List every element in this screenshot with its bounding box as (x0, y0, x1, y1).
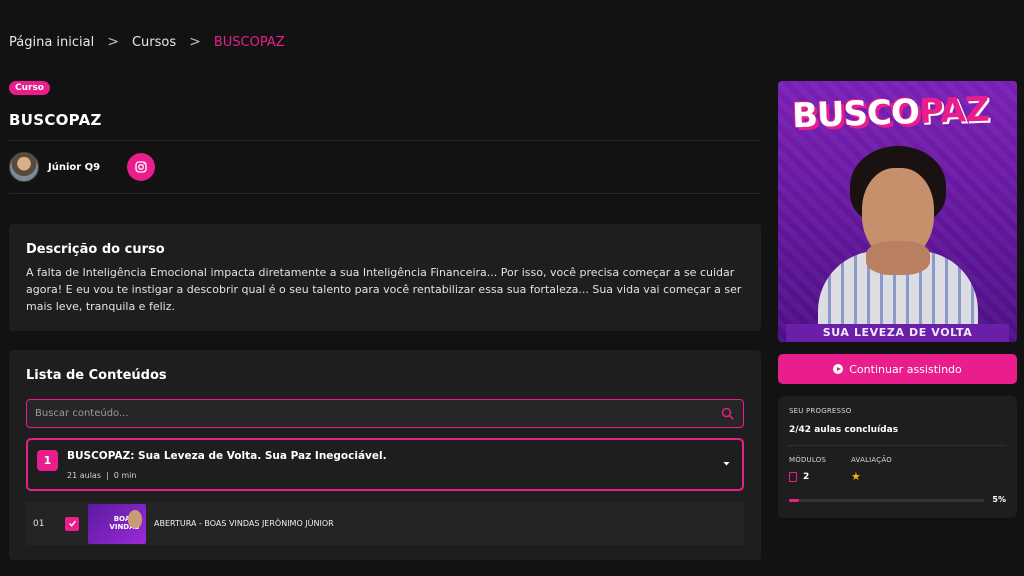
cover-banner: SUA LEVEZA DE VOLTA (786, 324, 1009, 342)
star-icon[interactable]: ★ (851, 470, 861, 483)
chevron-down-icon[interactable] (723, 460, 730, 467)
continue-watching-label: Continuar assistindo (849, 362, 962, 376)
description-card: Descrição do curso A falta de Inteligênc… (9, 224, 761, 331)
module-duration: 0 min (113, 471, 137, 480)
breadcrumb: Página inicial > Cursos > BUSCOPAZ (9, 34, 285, 50)
continue-watching-button[interactable]: Continuar assistindo (778, 354, 1017, 384)
course-type-badge: Curso (9, 81, 50, 95)
lesson-title[interactable]: ABERTURA - BOAS VINDAS JERÔNIMO JÚNIOR (154, 519, 334, 528)
description-text: A falta de Inteligência Emocional impact… (26, 266, 742, 313)
rating-label: AVALIAÇÃO (851, 456, 892, 464)
lesson-thumbnail-face (128, 509, 142, 528)
instagram-button[interactable] (127, 153, 156, 181)
page-title: BUSCOPAZ (9, 111, 102, 129)
module-title: BUSCOPAZ: Sua Leveza de Volta. Sua Paz I… (67, 450, 387, 462)
lesson-row[interactable]: 01 BOAS VINDAS ABERTURA - BOAS VINDAS JE… (26, 502, 744, 545)
cover-title-white: BUSCO (791, 92, 920, 137)
lesson-completed-checkbox[interactable] (65, 516, 79, 531)
breadcrumb-courses-link[interactable]: Cursos (132, 35, 176, 50)
content-search-input[interactable] (27, 400, 697, 427)
breadcrumb-current: BUSCOPAZ (213, 34, 285, 50)
divider (788, 445, 1006, 446)
progress-bar-fill (789, 499, 799, 502)
description-heading: Descrição do curso (26, 242, 165, 257)
author-avatar[interactable] (9, 152, 39, 182)
meta-separator: | (106, 471, 109, 480)
module-icon (789, 472, 797, 482)
instagram-icon (135, 161, 147, 173)
progress-percent: 5% (992, 495, 1006, 504)
author-row: Júnior Q9 (9, 152, 156, 182)
modules-label: MÓDULOS (789, 456, 827, 464)
course-cover-image: BUSCOPAZ SUA LEVEZA DE VOLTA (778, 81, 1017, 342)
progress-value: 2/42 aulas concluídas (789, 425, 899, 435)
content-list-card: Lista de Conteúdos 1 BUSCOPAZ: Sua Levez… (9, 350, 761, 560)
cover-person-illustration (818, 146, 978, 341)
check-icon (68, 520, 76, 527)
module-meta: 21 aulas | 0 min (67, 471, 136, 480)
cover-title-pink: PAZ (918, 89, 990, 132)
search-icon[interactable] (721, 407, 734, 420)
cover-title: BUSCOPAZ (791, 90, 989, 137)
lesson-index: 01 (33, 518, 45, 529)
content-search (26, 399, 744, 428)
modules-value: 2 (803, 472, 810, 482)
module-number: 1 (37, 450, 58, 471)
author-name[interactable]: Júnior Q9 (48, 162, 100, 173)
divider (9, 140, 761, 141)
content-list-heading: Lista de Conteúdos (26, 368, 167, 383)
module-header[interactable]: 1 BUSCOPAZ: Sua Leveza de Volta. Sua Paz… (26, 438, 744, 491)
progress-bar (789, 499, 984, 502)
progress-label: SEU PROGRESSO (789, 407, 852, 415)
progress-card: SEU PROGRESSO 2/42 aulas concluídas MÓDU… (778, 396, 1017, 518)
module-lessons-count: 21 aulas (67, 471, 101, 480)
lesson-thumbnail[interactable]: BOAS VINDAS (88, 503, 146, 544)
chevron-right-icon: > (189, 34, 201, 50)
cover-hands (866, 241, 930, 275)
play-icon (833, 364, 844, 374)
divider (9, 193, 761, 194)
chevron-right-icon: > (107, 34, 119, 50)
breadcrumb-home-link[interactable]: Página inicial (9, 35, 94, 50)
